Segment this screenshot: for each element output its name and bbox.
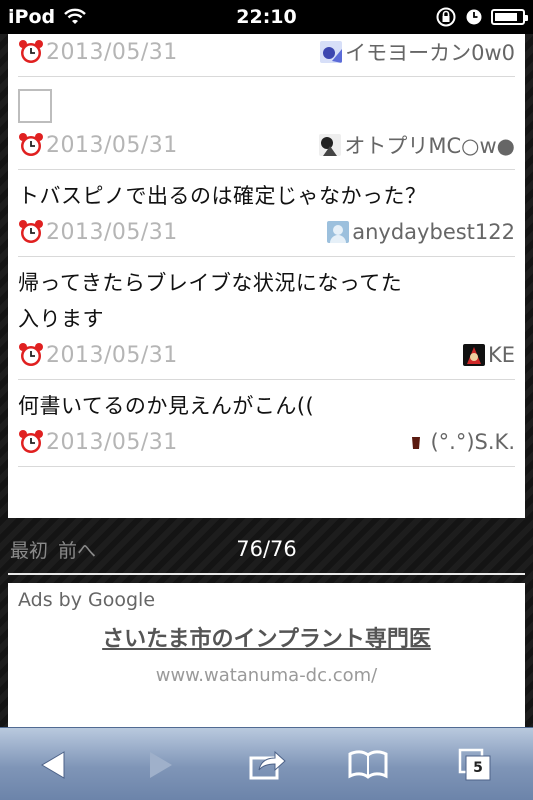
alarm-clock-icon (19, 343, 43, 366)
avatar (327, 221, 350, 243)
back-icon[interactable] (32, 746, 76, 784)
tabs-button[interactable]: 5 (456, 746, 500, 784)
list-item: 2013/05/31 オトプリMC○w● (18, 77, 515, 170)
post-date-text: 2013/05/31 (46, 39, 178, 65)
avatar (405, 431, 428, 453)
tab-count: 5 (473, 760, 483, 776)
alarm-clock-icon (19, 430, 43, 453)
post-date-text: 2013/05/31 (46, 429, 178, 455)
avatar (462, 344, 485, 366)
post-text: 帰ってきたらブレイブな状況になってた 入ります (18, 271, 403, 331)
prev-page-link[interactable]: 前へ (58, 536, 96, 563)
post-date: 2013/05/31 (18, 132, 178, 158)
status-bar: iPod 22:10 (0, 0, 533, 34)
post-author-name: (°.°)S.K. (430, 430, 515, 454)
battery-icon (491, 9, 528, 25)
post-text: 何書いてるのか見えんがこん(( (18, 394, 315, 418)
rotation-lock-icon (436, 7, 456, 27)
post-date: 2013/05/31 (18, 39, 178, 65)
pagination: 最初 前へ 76/76 (0, 526, 533, 572)
post-author[interactable]: イモヨーカン0w0 (320, 37, 515, 67)
post-date: 2013/05/31 (18, 342, 178, 368)
image-placeholder[interactable] (18, 89, 52, 123)
post-date: 2013/05/31 (18, 429, 178, 455)
post-meta: 2013/05/31 オトプリMC○w● (18, 127, 515, 163)
carrier-label: iPod (8, 6, 56, 28)
post-author[interactable]: anydaybest122 (327, 220, 515, 244)
alarm-status-icon (466, 9, 482, 25)
post-author-name: anydaybest122 (352, 220, 515, 244)
list-item: 帰ってきたらブレイブな状況になってた 入ります 2013/05/31 KE (18, 257, 515, 380)
post-author-name: KE (487, 343, 515, 367)
post-meta: 2013/05/31 KE (18, 337, 515, 373)
browser-toolbar: 5 (0, 727, 533, 800)
list-item: トバスピノで出るのは確定じゃなかった？ 2013/05/31 anydaybes… (18, 170, 515, 257)
post-author[interactable]: KE (462, 343, 515, 367)
share-icon[interactable] (245, 746, 289, 784)
ad-url[interactable]: www.watanuma-dc.com/ (18, 665, 515, 686)
divider (8, 573, 525, 575)
post-list: 2013/05/31 イモヨーカン0w0 2013/05/31 オトプリMC○w… (8, 34, 525, 518)
first-page-link[interactable]: 最初 (10, 536, 48, 563)
alarm-clock-icon (19, 220, 43, 243)
post-author-name: オトプリMC○w● (344, 134, 515, 158)
alarm-clock-icon (19, 133, 43, 156)
post-date-text: 2013/05/31 (46, 132, 178, 158)
avatar (319, 134, 342, 156)
post-meta: 2013/05/31 イモヨーカン0w0 (18, 34, 515, 70)
wifi-icon (64, 8, 86, 24)
post-date-text: 2013/05/31 (46, 219, 178, 245)
ad-label: Ads by Google (18, 589, 156, 611)
post-meta: 2013/05/31 (°.°)S.K. (18, 424, 515, 460)
ad-banner: Ads by Google さいたま市のインプラント専門医 www.watanu… (8, 583, 525, 727)
bookmarks-icon[interactable] (346, 746, 390, 784)
avatar (320, 41, 343, 63)
post-text: トバスピノで出るのは確定じゃなかった？ (18, 184, 427, 208)
post-date-text: 2013/05/31 (46, 342, 178, 368)
post-meta: 2013/05/31 anydaybest122 (18, 214, 515, 250)
ad-title-link[interactable]: さいたま市のインプラント専門医 (18, 621, 515, 653)
post-author[interactable]: オトプリMC○w● (319, 130, 515, 160)
page-content: 2013/05/31 イモヨーカン0w0 2013/05/31 オトプリMC○w… (0, 34, 533, 727)
post-date: 2013/05/31 (18, 219, 178, 245)
post-author-name: イモヨーカン0w0 (345, 41, 515, 65)
alarm-clock-icon (19, 40, 43, 63)
list-item: 何書いてるのか見えんがこん(( 2013/05/31 (°.°)S.K. (18, 380, 515, 467)
list-item: 2013/05/31 イモヨーカン0w0 (18, 34, 515, 77)
forward-icon[interactable] (138, 746, 182, 784)
post-author[interactable]: (°.°)S.K. (405, 430, 515, 454)
battery-fill (495, 13, 518, 21)
